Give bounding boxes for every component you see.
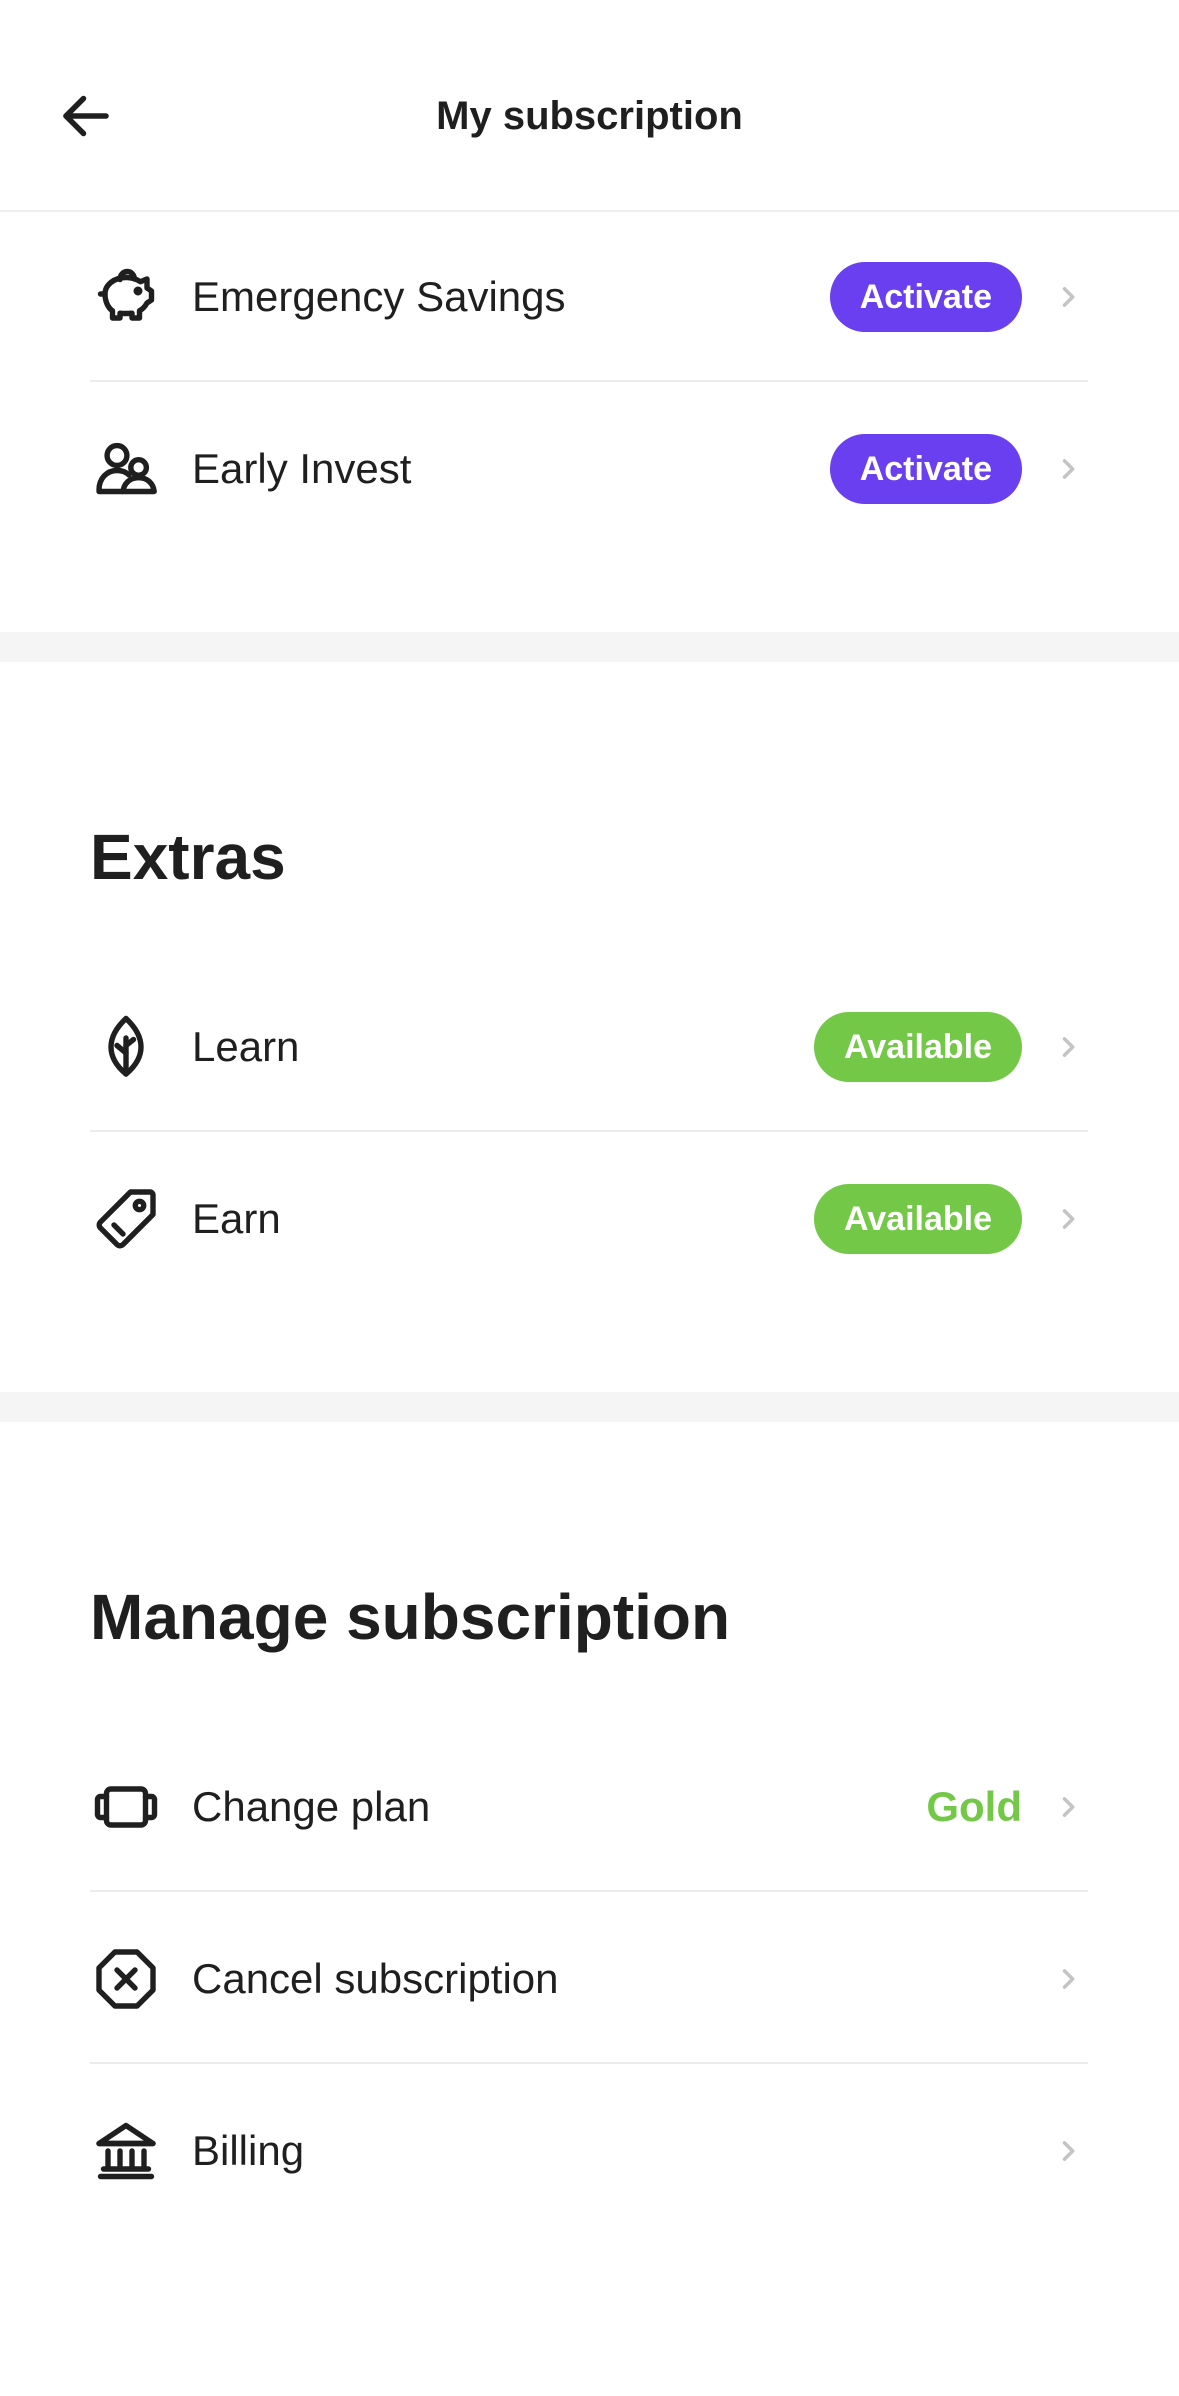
list-item-cancel-subscription[interactable]: Cancel subscription: [90, 1894, 1088, 2064]
bank-icon: [90, 2115, 162, 2187]
activate-badge[interactable]: Activate: [829, 262, 1022, 332]
features-section: Emergency Savings Activate Early Invest …: [0, 212, 1179, 632]
chevron-right-icon: [1048, 2131, 1088, 2171]
available-badge[interactable]: Available: [813, 1184, 1022, 1254]
leaf-icon: [90, 1011, 162, 1083]
people-icon: [90, 433, 162, 505]
list-item-label: Early Invest: [192, 445, 412, 492]
list-item-earn[interactable]: Earn Available: [90, 1134, 1088, 1304]
list-item-label: Billing: [192, 2127, 305, 2174]
available-badge[interactable]: Available: [813, 1012, 1022, 1082]
section-title-extras: Extras: [90, 821, 286, 893]
piggy-bank-icon: [90, 261, 162, 333]
list-item-label: Change plan: [192, 1783, 431, 1830]
list-item-label: Earn: [192, 1195, 281, 1242]
extras-section: Extras Learn Available Earn Available: [0, 662, 1179, 1392]
list-item-billing[interactable]: Billing: [90, 2066, 1088, 2236]
chevron-right-icon: [1048, 449, 1088, 489]
app-header: My subscription: [0, 0, 1179, 212]
list-item-change-plan[interactable]: Change plan Gold: [90, 1722, 1088, 1892]
cancel-circle-icon: [90, 1943, 162, 2015]
section-divider: [0, 1392, 1179, 1422]
activate-badge[interactable]: Activate: [829, 434, 1022, 504]
manage-section: Manage subscription Change plan Gold Can…: [0, 1422, 1179, 2396]
chevron-right-icon: [1048, 1199, 1088, 1239]
chevron-right-icon: [1048, 1787, 1088, 1827]
list-item-early-invest[interactable]: Early Invest Activate: [90, 384, 1088, 554]
card-icon: [90, 1771, 162, 1843]
list-item-label: Cancel subscription: [192, 1955, 559, 2002]
tag-icon: [90, 1183, 162, 1255]
page-title: My subscription: [436, 94, 743, 138]
list-item-emergency-savings[interactable]: Emergency Savings Activate: [90, 212, 1088, 382]
list-item-label: Emergency Savings: [192, 273, 566, 320]
chevron-right-icon: [1048, 1959, 1088, 1999]
chevron-right-icon: [1048, 1027, 1088, 1067]
list-item-label: Learn: [192, 1023, 300, 1070]
current-plan-value: Gold: [926, 1783, 1022, 1830]
section-divider: [0, 632, 1179, 662]
chevron-right-icon: [1048, 277, 1088, 317]
list-item-learn[interactable]: Learn Available: [90, 962, 1088, 1132]
section-title-manage: Manage subscription: [90, 1581, 731, 1653]
